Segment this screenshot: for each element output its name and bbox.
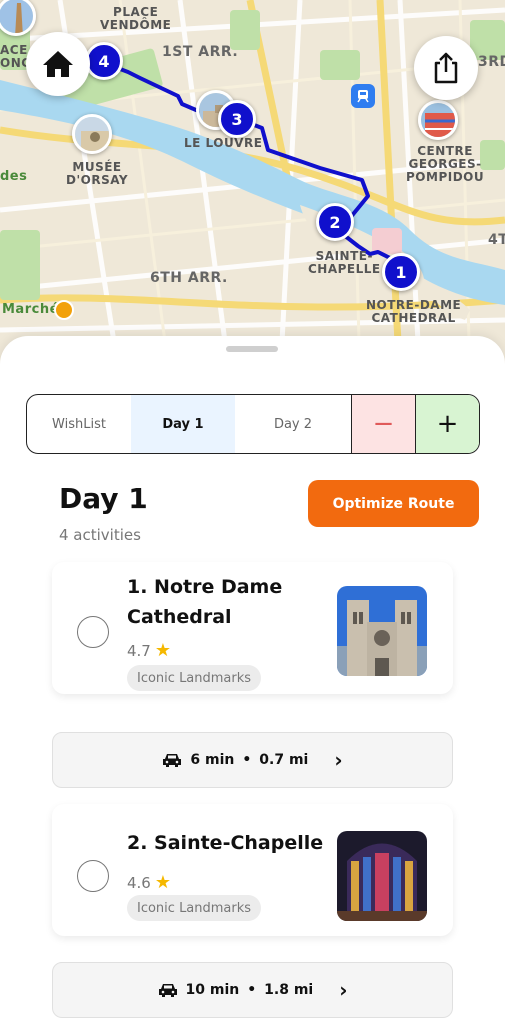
- activity-photo[interactable]: [337, 831, 427, 921]
- itinerary-sheet: WishList Day 1 Day 2 − + Day 1 4 activit…: [0, 336, 505, 1024]
- travel-distance: 1.8 mi: [264, 982, 314, 998]
- map-label-6th-arr: 6TH ARR.: [150, 270, 228, 286]
- marche-pin-icon[interactable]: [54, 300, 74, 320]
- activity-name: 2. Sainte-Chapelle: [127, 832, 324, 854]
- travel-segment-button[interactable]: 6 min • 0.7 mi ›: [52, 732, 453, 788]
- activity-count: 4 activities: [59, 526, 141, 544]
- metro-icon[interactable]: [351, 84, 375, 108]
- day-tabs: WishList Day 1 Day 2 − +: [26, 394, 480, 454]
- activity-name: 1. Notre Dame Cathedral: [127, 576, 283, 628]
- sheet-drag-handle[interactable]: [226, 346, 278, 352]
- home-icon: [43, 51, 73, 77]
- travel-time: 10 min: [185, 982, 240, 998]
- poi-orsay-thumbnail[interactable]: [72, 114, 112, 154]
- tab-wishlist[interactable]: WishList: [27, 395, 131, 453]
- map-label-notre-dame: NOTRE-DAME CATHEDRAL: [366, 298, 462, 325]
- activity-rating: 4.6 ★: [127, 872, 171, 893]
- bullet-separator: •: [247, 982, 257, 998]
- map-view[interactable]: PLACE VENDÔME ACE DE ONCO 1ST ARR. 3RD 4…: [0, 0, 505, 380]
- route-marker-1[interactable]: 1: [382, 253, 420, 291]
- optimize-route-button[interactable]: Optimize Route: [308, 480, 479, 527]
- route-marker-3[interactable]: 3: [218, 100, 256, 138]
- star-icon: ★: [154, 640, 171, 661]
- activity-category-tag: Iconic Landmarks: [127, 665, 262, 691]
- bullet-separator: •: [242, 752, 252, 768]
- map-label-marche: Marché: [2, 302, 59, 317]
- share-icon: [434, 52, 458, 84]
- map-label-1st-arr: 1ST ARR.: [162, 44, 239, 60]
- travel-time: 6 min: [190, 752, 235, 768]
- chevron-right-icon: ›: [334, 748, 343, 772]
- activity-checkbox[interactable]: [77, 616, 109, 648]
- map-label-4th-arr: 4T: [488, 232, 505, 248]
- car-icon: [158, 984, 177, 997]
- route-marker-2[interactable]: 2: [316, 203, 354, 241]
- chevron-right-icon: ›: [339, 978, 348, 1002]
- map-label-des: des: [0, 169, 28, 184]
- activity-category-tag: Iconic Landmarks: [127, 895, 262, 921]
- activity-card[interactable]: 2. Sainte-Chapelle 4.6 ★ Iconic Landmarks: [52, 804, 453, 936]
- travel-distance: 0.7 mi: [259, 752, 309, 768]
- tab-day-2[interactable]: Day 2: [235, 395, 351, 453]
- add-day-button[interactable]: +: [415, 395, 479, 453]
- notre-dame-image: [337, 586, 427, 676]
- activity-rating: 4.7 ★: [127, 640, 171, 661]
- activity-photo[interactable]: [337, 586, 427, 676]
- star-icon: ★: [154, 872, 171, 893]
- map-label-musee-orsay: MUSÉE D'ORSAY: [66, 160, 129, 187]
- home-button[interactable]: [26, 32, 90, 96]
- remove-day-button[interactable]: −: [351, 395, 415, 453]
- tab-day-1[interactable]: Day 1: [131, 395, 235, 453]
- route-marker-4[interactable]: 4: [85, 42, 123, 80]
- map-label-le-louvre: LE LOUVRE: [184, 136, 263, 150]
- share-button[interactable]: [414, 36, 478, 100]
- activity-checkbox[interactable]: [77, 860, 109, 892]
- map-label-centre-pompidou: CENTRE GEORGES- POMPIDOU: [406, 144, 485, 184]
- activity-card[interactable]: 1. Notre Dame Cathedral 4.7 ★ Iconic Land…: [52, 562, 453, 694]
- travel-segment-button[interactable]: 10 min • 1.8 mi ›: [52, 962, 453, 1018]
- map-label-sainte-chapelle: SAINTE- CHAPELLE: [308, 249, 381, 276]
- car-icon: [163, 754, 182, 767]
- poi-pompidou-thumbnail[interactable]: [418, 100, 458, 140]
- sainte-chapelle-image: [337, 831, 427, 921]
- day-title: Day 1: [59, 482, 148, 515]
- map-label-place-vendome: PLACE VENDÔME: [100, 5, 172, 32]
- map-label-3rd-arr: 3RD: [478, 54, 505, 70]
